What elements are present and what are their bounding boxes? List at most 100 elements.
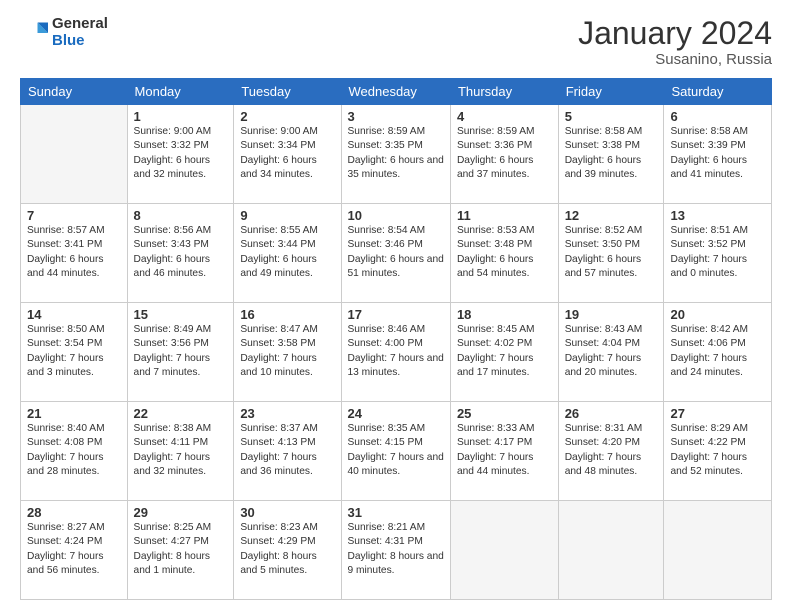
table-row: 13Sunrise: 8:51 AM Sunset: 3:52 PM Dayli… — [664, 204, 772, 303]
table-row: 15Sunrise: 8:49 AM Sunset: 3:56 PM Dayli… — [127, 303, 234, 402]
logo-icon — [20, 19, 48, 47]
table-row: 5Sunrise: 8:58 AM Sunset: 3:38 PM Daylig… — [558, 105, 664, 204]
day-info: Sunrise: 8:27 AM Sunset: 4:24 PM Dayligh… — [27, 521, 121, 578]
table-row: 7Sunrise: 8:57 AM Sunset: 3:41 PM Daylig… — [21, 204, 128, 303]
day-info: Sunrise: 9:00 AM Sunset: 3:32 PM Dayligh… — [134, 125, 228, 182]
day-info: Sunrise: 8:59 AM Sunset: 3:35 PM Dayligh… — [348, 125, 444, 182]
table-row: 8Sunrise: 8:56 AM Sunset: 3:43 PM Daylig… — [127, 204, 234, 303]
table-row: 23Sunrise: 8:37 AM Sunset: 4:13 PM Dayli… — [234, 402, 341, 501]
day-info: Sunrise: 8:49 AM Sunset: 3:56 PM Dayligh… — [134, 323, 228, 380]
day-number: 16 — [240, 307, 334, 322]
day-number: 20 — [670, 307, 765, 322]
table-row: 20Sunrise: 8:42 AM Sunset: 4:06 PM Dayli… — [664, 303, 772, 402]
day-number: 24 — [348, 406, 444, 421]
day-info: Sunrise: 8:25 AM Sunset: 4:27 PM Dayligh… — [134, 521, 228, 578]
day-info: Sunrise: 8:52 AM Sunset: 3:50 PM Dayligh… — [565, 224, 658, 281]
table-row: 10Sunrise: 8:54 AM Sunset: 3:46 PM Dayli… — [341, 204, 450, 303]
day-info: Sunrise: 8:43 AM Sunset: 4:04 PM Dayligh… — [565, 323, 658, 380]
day-info: Sunrise: 8:59 AM Sunset: 3:36 PM Dayligh… — [457, 125, 552, 182]
day-number: 29 — [134, 505, 228, 520]
day-number: 1 — [134, 109, 228, 124]
logo-general-text: General — [52, 16, 108, 33]
day-number: 7 — [27, 208, 121, 223]
day-info: Sunrise: 8:33 AM Sunset: 4:17 PM Dayligh… — [457, 422, 552, 479]
day-number: 6 — [670, 109, 765, 124]
day-number: 22 — [134, 406, 228, 421]
day-info: Sunrise: 8:31 AM Sunset: 4:20 PM Dayligh… — [565, 422, 658, 479]
day-number: 2 — [240, 109, 334, 124]
header: General Blue January 2024 Susanino, Russ… — [20, 16, 772, 68]
day-info: Sunrise: 8:29 AM Sunset: 4:22 PM Dayligh… — [670, 422, 765, 479]
day-info: Sunrise: 8:21 AM Sunset: 4:31 PM Dayligh… — [348, 521, 444, 578]
table-row: 1Sunrise: 9:00 AM Sunset: 3:32 PM Daylig… — [127, 105, 234, 204]
table-row — [450, 501, 558, 600]
day-info: Sunrise: 9:00 AM Sunset: 3:34 PM Dayligh… — [240, 125, 334, 182]
table-row: 4Sunrise: 8:59 AM Sunset: 3:36 PM Daylig… — [450, 105, 558, 204]
table-row: 19Sunrise: 8:43 AM Sunset: 4:04 PM Dayli… — [558, 303, 664, 402]
day-number: 19 — [565, 307, 658, 322]
title-block: January 2024 Susanino, Russia — [578, 16, 772, 68]
calendar-table: Sunday Monday Tuesday Wednesday Thursday… — [20, 78, 772, 600]
table-row: 25Sunrise: 8:33 AM Sunset: 4:17 PM Dayli… — [450, 402, 558, 501]
table-row: 30Sunrise: 8:23 AM Sunset: 4:29 PM Dayli… — [234, 501, 341, 600]
day-number: 28 — [27, 505, 121, 520]
day-number: 31 — [348, 505, 444, 520]
col-saturday: Saturday — [664, 79, 772, 105]
day-info: Sunrise: 8:40 AM Sunset: 4:08 PM Dayligh… — [27, 422, 121, 479]
table-row: 29Sunrise: 8:25 AM Sunset: 4:27 PM Dayli… — [127, 501, 234, 600]
day-info: Sunrise: 8:35 AM Sunset: 4:15 PM Dayligh… — [348, 422, 444, 479]
day-info: Sunrise: 8:47 AM Sunset: 3:58 PM Dayligh… — [240, 323, 334, 380]
day-info: Sunrise: 8:54 AM Sunset: 3:46 PM Dayligh… — [348, 224, 444, 281]
day-number: 9 — [240, 208, 334, 223]
day-number: 30 — [240, 505, 334, 520]
table-row: 17Sunrise: 8:46 AM Sunset: 4:00 PM Dayli… — [341, 303, 450, 402]
col-monday: Monday — [127, 79, 234, 105]
day-info: Sunrise: 8:46 AM Sunset: 4:00 PM Dayligh… — [348, 323, 444, 380]
day-number: 17 — [348, 307, 444, 322]
table-row: 18Sunrise: 8:45 AM Sunset: 4:02 PM Dayli… — [450, 303, 558, 402]
day-number: 27 — [670, 406, 765, 421]
calendar-header-row: Sunday Monday Tuesday Wednesday Thursday… — [21, 79, 772, 105]
table-row: 22Sunrise: 8:38 AM Sunset: 4:11 PM Dayli… — [127, 402, 234, 501]
table-row: 2Sunrise: 9:00 AM Sunset: 3:34 PM Daylig… — [234, 105, 341, 204]
col-friday: Friday — [558, 79, 664, 105]
table-row — [664, 501, 772, 600]
table-row: 12Sunrise: 8:52 AM Sunset: 3:50 PM Dayli… — [558, 204, 664, 303]
day-info: Sunrise: 8:57 AM Sunset: 3:41 PM Dayligh… — [27, 224, 121, 281]
day-number: 18 — [457, 307, 552, 322]
day-info: Sunrise: 8:23 AM Sunset: 4:29 PM Dayligh… — [240, 521, 334, 578]
day-info: Sunrise: 8:38 AM Sunset: 4:11 PM Dayligh… — [134, 422, 228, 479]
day-number: 10 — [348, 208, 444, 223]
col-wednesday: Wednesday — [341, 79, 450, 105]
day-number: 25 — [457, 406, 552, 421]
table-row: 9Sunrise: 8:55 AM Sunset: 3:44 PM Daylig… — [234, 204, 341, 303]
day-number: 5 — [565, 109, 658, 124]
day-number: 23 — [240, 406, 334, 421]
logo: General Blue — [20, 16, 108, 49]
day-info: Sunrise: 8:56 AM Sunset: 3:43 PM Dayligh… — [134, 224, 228, 281]
table-row: 31Sunrise: 8:21 AM Sunset: 4:31 PM Dayli… — [341, 501, 450, 600]
day-info: Sunrise: 8:58 AM Sunset: 3:39 PM Dayligh… — [670, 125, 765, 182]
table-row: 26Sunrise: 8:31 AM Sunset: 4:20 PM Dayli… — [558, 402, 664, 501]
table-row: 3Sunrise: 8:59 AM Sunset: 3:35 PM Daylig… — [341, 105, 450, 204]
table-row: 28Sunrise: 8:27 AM Sunset: 4:24 PM Dayli… — [21, 501, 128, 600]
day-number: 11 — [457, 208, 552, 223]
table-row: 14Sunrise: 8:50 AM Sunset: 3:54 PM Dayli… — [21, 303, 128, 402]
day-number: 15 — [134, 307, 228, 322]
table-row: 24Sunrise: 8:35 AM Sunset: 4:15 PM Dayli… — [341, 402, 450, 501]
col-sunday: Sunday — [21, 79, 128, 105]
day-number: 13 — [670, 208, 765, 223]
logo-blue-text: Blue — [52, 33, 108, 50]
day-number: 26 — [565, 406, 658, 421]
calendar-subtitle: Susanino, Russia — [578, 51, 772, 68]
day-number: 12 — [565, 208, 658, 223]
table-row: 27Sunrise: 8:29 AM Sunset: 4:22 PM Dayli… — [664, 402, 772, 501]
day-info: Sunrise: 8:58 AM Sunset: 3:38 PM Dayligh… — [565, 125, 658, 182]
day-number: 21 — [27, 406, 121, 421]
day-number: 8 — [134, 208, 228, 223]
table-row: 21Sunrise: 8:40 AM Sunset: 4:08 PM Dayli… — [21, 402, 128, 501]
day-info: Sunrise: 8:45 AM Sunset: 4:02 PM Dayligh… — [457, 323, 552, 380]
day-info: Sunrise: 8:37 AM Sunset: 4:13 PM Dayligh… — [240, 422, 334, 479]
logo-text: General Blue — [52, 16, 108, 49]
table-row — [558, 501, 664, 600]
